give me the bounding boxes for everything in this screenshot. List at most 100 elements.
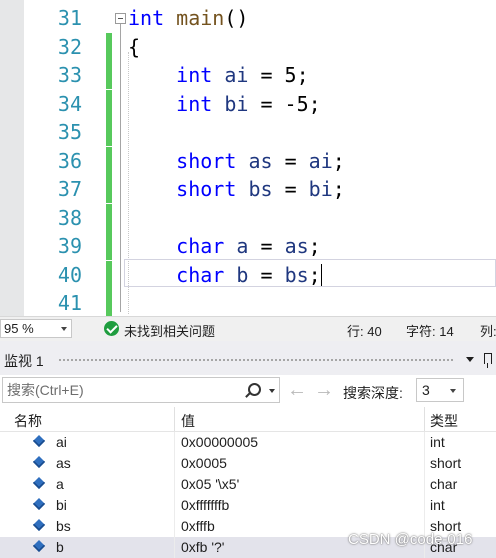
search-icon[interactable] <box>248 383 261 396</box>
watch-value-cell[interactable]: 0x05 '\x5' <box>181 476 239 492</box>
watch-name-cell[interactable]: bi <box>56 497 67 513</box>
code-line[interactable]: 32 { <box>0 32 496 61</box>
collapse-icon[interactable] <box>115 13 126 24</box>
watch-row[interactable]: ai 0x00000005 int <box>0 432 496 453</box>
change-indicator <box>106 61 112 89</box>
line-number: 32 <box>57 34 82 59</box>
column-header-type[interactable]: 类型 <box>430 411 458 431</box>
code-line[interactable]: 38 <box>0 203 496 232</box>
code-line[interactable]: 41 <box>0 289 496 316</box>
change-indicator <box>106 118 112 146</box>
cell-divider <box>424 432 425 453</box>
arrow-left-icon[interactable]: ← <box>286 379 308 401</box>
code-editor[interactable]: 31 int main() 32{33 int ai = 5; 34 int bi =… <box>0 0 496 316</box>
change-indicator <box>106 146 112 175</box>
variable-token: bi <box>308 177 333 201</box>
code-line[interactable]: 39 char a = as; <box>0 232 496 260</box>
watch-panel-header[interactable]: 监视 1 <box>0 341 496 375</box>
column-header-name[interactable]: 名称 <box>14 411 42 431</box>
watch-name-cell[interactable]: ai <box>56 434 67 450</box>
search-options-dropdown-icon[interactable] <box>269 389 275 393</box>
chevron-down-icon <box>450 389 456 393</box>
variable-token: as <box>248 148 273 173</box>
arrow-right-icon[interactable]: → <box>313 379 335 401</box>
code-line[interactable]: 37 short bs = bi; <box>0 175 496 203</box>
watch-type-cell[interactable]: int <box>430 434 445 450</box>
cell-divider <box>174 495 175 516</box>
zoom-value: 95 % <box>4 321 34 336</box>
column-header-value[interactable]: 值 <box>181 411 195 431</box>
line-position: 行: 40 <box>347 324 382 339</box>
column-divider[interactable] <box>174 407 175 431</box>
code-text: char b = bs; <box>128 261 322 289</box>
code-token: ; <box>332 148 345 173</box>
line-number: 34 <box>57 91 82 116</box>
code-token: = 5; <box>248 63 309 87</box>
watch-grid-header: 名称 值 类型 <box>0 407 496 432</box>
window-menu-dropdown-icon[interactable] <box>466 357 474 362</box>
code-line[interactable]: 40 char b = bs; <box>0 260 496 289</box>
watch-row[interactable]: as 0x0005 short <box>0 453 496 474</box>
change-indicator <box>106 289 112 316</box>
watch-value-cell[interactable]: 0xfffffffb <box>181 497 229 513</box>
change-indicator <box>106 260 112 289</box>
check-circle-icon[interactable] <box>104 321 119 336</box>
line-number: 37 <box>57 177 82 201</box>
cell-divider <box>174 516 175 537</box>
watch-value-cell[interactable]: 0xfffb <box>181 518 215 534</box>
watch-type-cell[interactable]: int <box>430 497 445 513</box>
code-line[interactable]: 33 int ai = 5; <box>0 61 496 89</box>
code-text: short as = ai; <box>128 147 345 175</box>
code-line[interactable]: 34 int bi = -5; <box>0 89 496 118</box>
watch-value-cell[interactable]: 0x00000005 <box>181 434 258 450</box>
pin-icon[interactable] <box>484 353 492 368</box>
issues-status[interactable]: 未找到相关问题 <box>124 321 215 340</box>
watch-panel: 监视 1 ← → 搜索深度: 3 名称 值 类型 ai 0x00000005 int… <box>0 341 496 558</box>
search-depth-value: 3 <box>422 382 430 398</box>
change-indicator <box>106 89 112 118</box>
watch-type-cell[interactable]: short <box>430 455 461 471</box>
char-position: 字符: 14 <box>406 324 454 339</box>
watch-type-cell[interactable]: char <box>430 476 457 492</box>
search-input[interactable] <box>2 377 280 403</box>
watch-name-cell[interactable]: as <box>56 455 71 471</box>
search-depth-select[interactable]: 3 <box>416 378 464 402</box>
code-token: = <box>272 177 309 201</box>
code-line[interactable]: 35 <box>0 118 496 146</box>
code-token: ; <box>308 234 321 258</box>
code-text: int bi = -5; <box>128 90 321 118</box>
code-token: () <box>224 6 249 30</box>
chevron-down-icon <box>61 327 67 331</box>
watch-name-cell[interactable]: bs <box>56 518 71 534</box>
code-line[interactable]: 31 int main() <box>0 4 496 32</box>
cell-divider <box>424 453 425 474</box>
line-number: 31 <box>57 6 82 30</box>
watch-row[interactable]: a 0x05 '\x5' char <box>0 474 496 495</box>
line-number: 41 <box>57 291 82 315</box>
column-position: 列: 1 <box>480 324 496 339</box>
watch-row[interactable]: bi 0xfffffffb int <box>0 495 496 516</box>
code-token: = <box>248 262 285 287</box>
drag-grip[interactable] <box>58 358 454 362</box>
column-divider[interactable] <box>424 407 425 431</box>
code-line[interactable]: 36 short as = ai; <box>0 146 496 175</box>
zoom-select[interactable]: 95 % <box>0 319 72 338</box>
code-token: = <box>272 148 309 173</box>
change-indicator <box>106 232 112 260</box>
line-number: 38 <box>57 205 82 230</box>
watch-name-cell[interactable]: a <box>56 476 64 492</box>
watch-value-cell[interactable]: 0xfb '?' <box>181 539 224 555</box>
cell-divider <box>174 474 175 495</box>
keyword-token: int <box>176 63 213 87</box>
cell-divider <box>424 474 425 495</box>
watch-value-cell[interactable]: 0x0005 <box>181 455 227 471</box>
watch-name-cell[interactable]: b <box>56 539 64 555</box>
code-token: = <box>248 234 285 258</box>
variable-token: bs <box>248 177 273 201</box>
